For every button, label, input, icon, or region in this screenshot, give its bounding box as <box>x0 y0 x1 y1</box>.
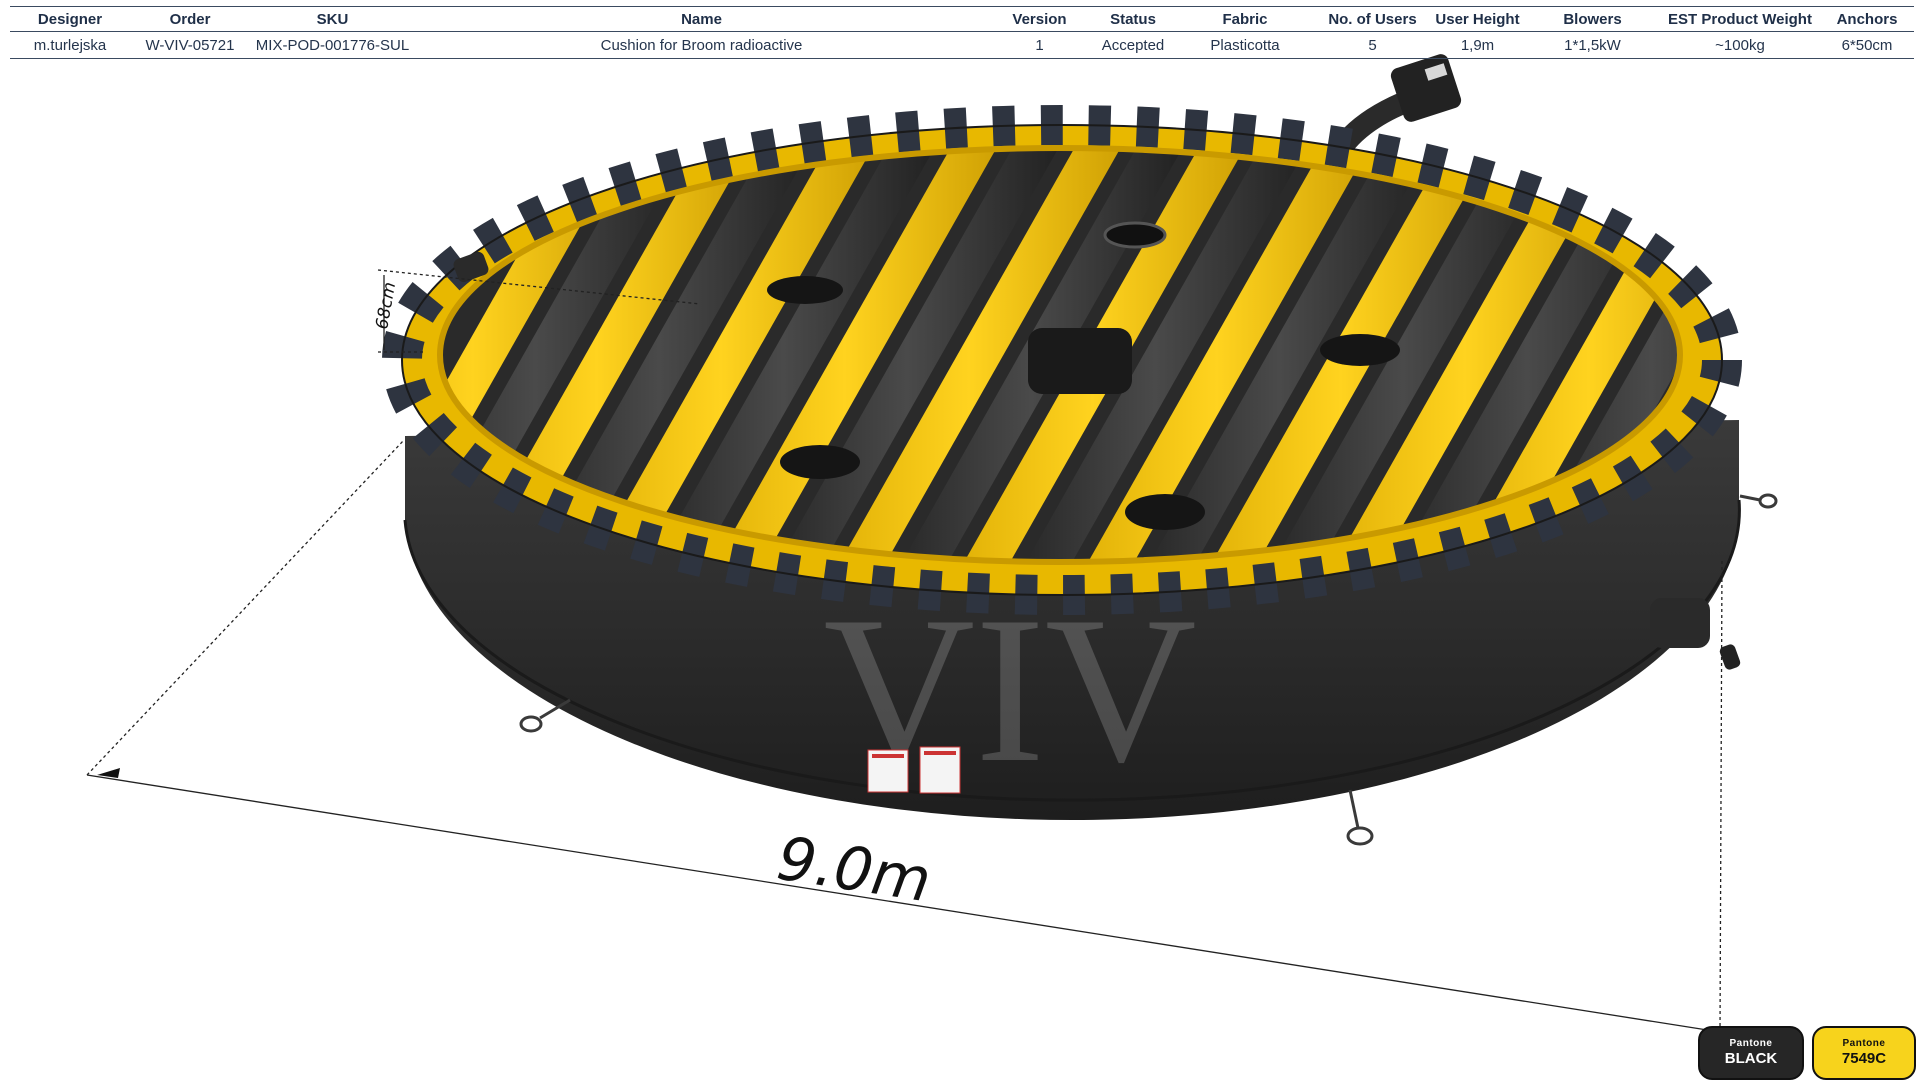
height-label: 68cm <box>372 281 400 331</box>
cell-anchors: 6*50cm <box>1820 31 1914 59</box>
spec-header-row: Designer Order SKU Name Version Status F… <box>10 6 1914 32</box>
header-weight: EST Product Weight <box>1660 6 1820 32</box>
header-user-height: User Height <box>1430 6 1525 32</box>
header-sku: SKU <box>250 6 415 32</box>
swatch-black-name: BLACK <box>1724 1050 1778 1067</box>
cell-fabric: Plasticotta <box>1175 31 1315 59</box>
spec-data-row: m.turlejska W-VIV-05721 MIX-POD-001776-S… <box>10 31 1914 59</box>
header-order: Order <box>130 6 250 32</box>
pantone-black-swatch: Pantone BLACK <box>1698 1026 1804 1080</box>
cell-blowers: 1*1,5kW <box>1525 31 1660 59</box>
header-fabric: Fabric <box>1175 6 1315 32</box>
swatch-yellow-name: 7549C <box>1841 1050 1887 1067</box>
cell-status: Accepted <box>1091 31 1175 59</box>
blower-tube <box>1329 54 1462 161</box>
product-render: VIV 9.0m 68cm <box>86 54 1778 1033</box>
spec-table: Designer Order SKU Name Version Status F… <box>10 6 1914 59</box>
header-designer: Designer <box>10 6 130 32</box>
header-status: Status <box>1091 6 1175 32</box>
diameter-label: 9.0m <box>773 824 936 917</box>
cell-users: 5 <box>1315 31 1430 59</box>
swatch-yellow-top: Pantone <box>1842 1038 1886 1049</box>
cell-user-height: 1,9m <box>1430 31 1525 59</box>
cell-designer: m.turlejska <box>10 31 130 59</box>
pantone-yellow-swatch: Pantone 7549C <box>1812 1026 1916 1080</box>
cell-sku: MIX-POD-001776-SUL <box>250 31 415 59</box>
header-name: Name <box>415 6 988 32</box>
cell-order: W-VIV-05721 <box>130 31 250 59</box>
header-blowers: Blowers <box>1525 6 1660 32</box>
swatch-black-top: Pantone <box>1729 1038 1773 1049</box>
cell-weight: ~100kg <box>1660 31 1820 59</box>
header-users: No. of Users <box>1315 6 1430 32</box>
cell-version: 1 <box>988 31 1091 59</box>
cell-name: Cushion for Broom radioactive <box>415 31 988 59</box>
header-version: Version <box>988 6 1091 32</box>
header-anchors: Anchors <box>1820 6 1914 32</box>
